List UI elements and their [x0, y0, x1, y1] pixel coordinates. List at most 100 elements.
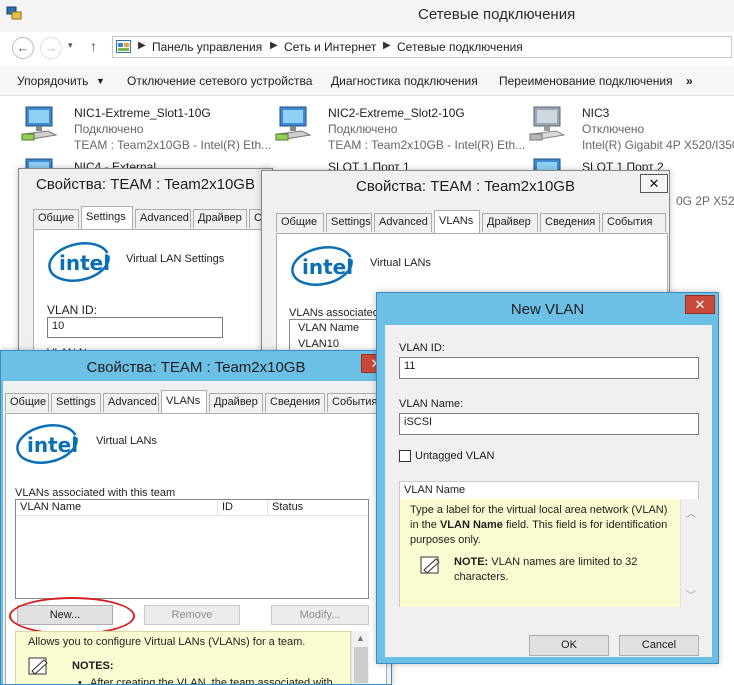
tab-advanced[interactable]: Advanced — [374, 213, 432, 232]
up-button[interactable]: ↑ — [90, 38, 97, 54]
tab-driver[interactable]: Драйвер — [193, 209, 247, 228]
tab-advanced[interactable]: Advanced — [135, 209, 191, 228]
section-heading: Virtual LANs — [370, 257, 431, 269]
vlan-name-input[interactable]: iSCSI — [399, 413, 699, 435]
rename-connection-button[interactable]: Переименование подключения — [499, 74, 673, 88]
network-item-nic1[interactable] — [20, 104, 62, 145]
vlans-list[interactable]: VLAN Name ID Status — [15, 499, 369, 599]
forward-arrow-icon: → — [44, 40, 58, 55]
tab-events[interactable]: События — [602, 213, 666, 232]
help-description: Type a label for the virtual local area … — [410, 503, 676, 548]
tab-details[interactable]: Сведения — [265, 393, 325, 412]
note-bullet-icon: • — [78, 677, 82, 685]
close-button[interactable]: ✕ — [640, 174, 668, 193]
tab-settings[interactable]: Settings — [51, 393, 101, 412]
organize-menu[interactable]: Упорядочить — [17, 74, 88, 88]
scroll-up-icon: ︿ — [686, 509, 696, 520]
modify-vlan-button[interactable]: Modify... — [271, 605, 369, 625]
tab-driver[interactable]: Драйвер — [209, 393, 263, 412]
note-bullet-text: After creating the VLAN, the team associ… — [90, 677, 333, 685]
note-text: NOTE: VLAN names are limited to 32 chara… — [454, 555, 664, 585]
remove-vlan-button[interactable]: Remove — [144, 605, 240, 625]
untagged-vlan-label: Untagged VLAN — [415, 450, 495, 462]
network-item-device: Intel(R) Gigabit 4P X520/I350 — [582, 138, 734, 152]
intel-logo-icon: intel — [48, 242, 110, 282]
breadcrumb-network-connections[interactable]: Сетевые подключения — [397, 40, 523, 54]
intel-logo-icon: intel — [291, 246, 353, 286]
tab-details[interactable]: Сведения — [540, 213, 600, 232]
network-adapter-icon — [21, 106, 58, 141]
vlan-row-name[interactable]: VLAN10 — [298, 338, 339, 350]
list-header: VLAN Name ID Status — [16, 500, 368, 516]
svg-text:intel: intel — [59, 251, 110, 275]
help-text: Allows you to configure Virtual LANs (VL… — [28, 636, 306, 648]
note-pencil-icon — [420, 556, 440, 574]
tab-settings[interactable]: Settings — [326, 213, 372, 232]
explorer-titlebar — [0, 0, 734, 32]
column-header-vlan-name[interactable]: VLAN Name — [16, 500, 218, 516]
disable-device-button[interactable]: Отключение сетевого устройства — [127, 74, 312, 88]
network-item-status: Отключено — [582, 122, 645, 136]
tab-general[interactable]: Общие — [276, 213, 324, 232]
network-item-device: 0G 2P X520 — [676, 194, 734, 208]
tab-strip: Общие Settings Advanced Драйвер С — [33, 206, 272, 229]
more-commands-button[interactable]: » — [686, 74, 693, 88]
breadcrumb-control-panel[interactable]: Панель управления — [152, 40, 262, 54]
back-arrow-icon: ← — [16, 40, 30, 55]
untagged-vlan-checkbox[interactable] — [399, 450, 411, 462]
breadcrumb-separator-icon: ▶ — [383, 40, 391, 51]
tab-general[interactable]: Общие — [5, 393, 49, 412]
network-item-nic3[interactable] — [528, 104, 570, 145]
tab-driver[interactable]: Драйвер — [482, 213, 538, 232]
tab-vlans[interactable]: VLANs — [434, 210, 480, 233]
vlan-id-input[interactable]: 11 — [399, 357, 699, 379]
note-pencil-icon — [28, 657, 48, 675]
network-item-name: NIC1-Extreme_Slot1-10G — [74, 106, 211, 120]
intel-logo-icon: intel — [16, 424, 78, 464]
breadcrumb-separator-icon: ▶ — [138, 40, 146, 51]
help-header: VLAN Name — [404, 484, 466, 496]
tab-advanced[interactable]: Advanced — [103, 393, 159, 412]
dialog-title: New VLAN — [510, 301, 585, 318]
svg-text:intel: intel — [27, 433, 78, 457]
tab-general[interactable]: Общие — [33, 209, 79, 228]
section-heading: Virtual LANs — [96, 435, 157, 447]
diagnose-connection-button[interactable]: Диагностика подключения — [331, 74, 478, 88]
notes-label: NOTES: — [72, 660, 114, 672]
cancel-button[interactable]: Cancel — [619, 635, 699, 656]
vlan-id-input[interactable]: 10 — [47, 317, 223, 338]
forward-button[interactable]: → — [40, 37, 62, 59]
network-adapter-icon — [275, 106, 312, 141]
ok-button[interactable]: OK — [529, 635, 609, 656]
column-header-id[interactable]: ID — [218, 500, 268, 516]
vlan-id-label: VLAN ID: — [399, 342, 445, 354]
back-button[interactable]: ← — [12, 37, 34, 59]
column-header-status[interactable]: Status — [268, 500, 368, 516]
network-item-nic2[interactable] — [274, 104, 316, 145]
help-content: Type a label for the virtual local area … — [400, 499, 680, 607]
svg-text:intel: intel — [302, 255, 353, 279]
tab-strip: Общие Settings Advanced VLANs Драйвер Св… — [276, 210, 669, 233]
recent-locations-dropdown[interactable]: ▾ — [68, 40, 73, 51]
network-item-name: NIC2-Extreme_Slot2-10G — [328, 106, 465, 120]
scroll-down-icon: ﹀ — [686, 591, 696, 602]
network-connections-app-icon — [6, 6, 22, 20]
breadcrumb-network-internet[interactable]: Сеть и Интернет — [284, 40, 376, 54]
help-box: VLAN Name Type a label for the virtual l… — [399, 481, 699, 607]
close-button[interactable]: ✕ — [685, 295, 715, 314]
tab-events[interactable]: События — [327, 393, 383, 412]
control-panel-icon — [116, 40, 131, 53]
dialog-title: Свойства: TEAM : Team2x10GB — [356, 178, 575, 195]
highlight-oval — [9, 597, 135, 635]
close-icon: ✕ — [694, 297, 706, 312]
breadcrumb-separator-icon: ▶ — [270, 40, 278, 51]
team-properties-dialog-focused: Свойства: TEAM : Team2x10GB ✕ Общие Sett… — [0, 350, 392, 685]
tab-vlans[interactable]: VLANs — [161, 390, 207, 413]
help-scrollbar[interactable]: ︿ ﹀ — [680, 499, 699, 607]
tab-settings[interactable]: Settings — [81, 206, 133, 229]
organize-chevron-icon: ▼ — [96, 76, 105, 86]
help-scrollbar[interactable]: ▲ — [351, 631, 369, 684]
network-item-device: TEAM : Team2x10GB - Intel(R) Eth... — [328, 138, 526, 152]
vlan-name-label: VLAN Name: — [399, 398, 464, 410]
scrollbar-thumb[interactable] — [354, 647, 368, 683]
